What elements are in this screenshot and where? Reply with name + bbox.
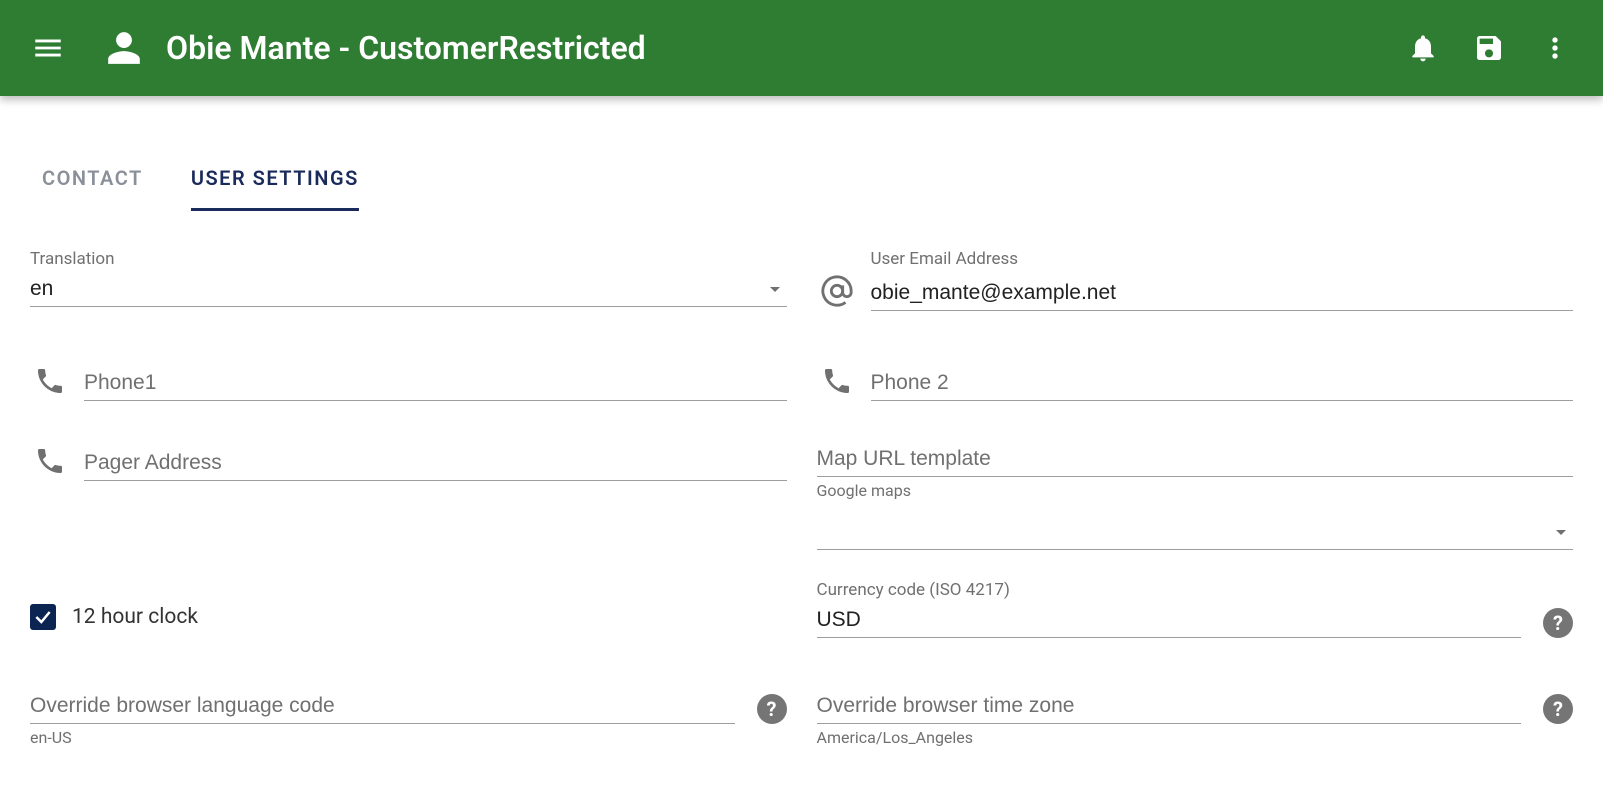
email-input[interactable]	[871, 277, 1574, 309]
map-url-helper: Google maps	[817, 481, 1574, 500]
phone-icon	[30, 441, 70, 481]
email-label: User Email Address	[871, 249, 1574, 269]
chevron-down-icon	[1549, 520, 1573, 544]
field-override-lang: ? en-US	[30, 658, 787, 767]
person-icon	[105, 29, 143, 67]
field-map-url: Google maps	[817, 421, 1574, 570]
field-override-tz: ? America/Los_Angeles	[817, 658, 1574, 767]
hamburger-icon	[31, 31, 65, 65]
currency-input[interactable]	[817, 604, 1522, 636]
currency-label: Currency code (ISO 4217)	[817, 580, 1574, 600]
tabs: CONTACT USER SETTINGS	[42, 156, 1573, 211]
field-12hour: 12 hour clock	[30, 570, 787, 658]
notifications-button[interactable]	[1399, 24, 1447, 72]
override-lang-helper: en-US	[30, 728, 787, 747]
map-url-input[interactable]	[817, 443, 1574, 475]
help-icon[interactable]: ?	[1543, 694, 1573, 724]
field-translation: Translation	[30, 239, 787, 331]
save-button[interactable]	[1465, 24, 1513, 72]
override-tz-helper: America/Los_Angeles	[817, 728, 1574, 747]
field-phone2	[817, 331, 1574, 421]
pager-input[interactable]	[84, 447, 787, 479]
phone2-input[interactable]	[871, 367, 1574, 399]
clock12-checkbox[interactable]	[30, 604, 56, 630]
translation-input[interactable]	[30, 273, 763, 305]
phone-icon	[817, 361, 857, 401]
translation-label: Translation	[30, 249, 787, 269]
page-title: Obie Mante - CustomerRestricted	[166, 29, 646, 67]
profile-button[interactable]	[100, 24, 148, 72]
map-url-select[interactable]	[817, 514, 1574, 550]
translation-select[interactable]	[30, 271, 787, 307]
bell-icon	[1407, 32, 1439, 64]
field-pager	[30, 421, 787, 570]
check-icon	[33, 607, 53, 627]
content-area: CONTACT USER SETTINGS Translation User E…	[0, 96, 1603, 797]
app-bar: Obie Mante - CustomerRestricted	[0, 0, 1603, 96]
tab-user-settings[interactable]: USER SETTINGS	[191, 156, 359, 211]
override-lang-input[interactable]	[30, 690, 735, 722]
chevron-down-icon	[763, 277, 787, 301]
menu-button[interactable]	[24, 24, 72, 72]
at-icon	[817, 271, 857, 311]
override-tz-input[interactable]	[817, 690, 1522, 722]
field-phone1	[30, 331, 787, 421]
field-email: User Email Address	[817, 239, 1574, 331]
phone-icon	[30, 361, 70, 401]
map-url-select-input[interactable]	[817, 516, 1550, 548]
save-icon	[1473, 32, 1505, 64]
help-icon[interactable]: ?	[1543, 608, 1573, 638]
more-vert-icon	[1539, 32, 1571, 64]
field-currency: Currency code (ISO 4217) ?	[817, 570, 1574, 658]
tab-contact[interactable]: CONTACT	[42, 156, 143, 211]
clock12-label: 12 hour clock	[72, 605, 198, 629]
phone1-input[interactable]	[84, 367, 787, 399]
help-icon[interactable]: ?	[757, 694, 787, 724]
more-button[interactable]	[1531, 24, 1579, 72]
